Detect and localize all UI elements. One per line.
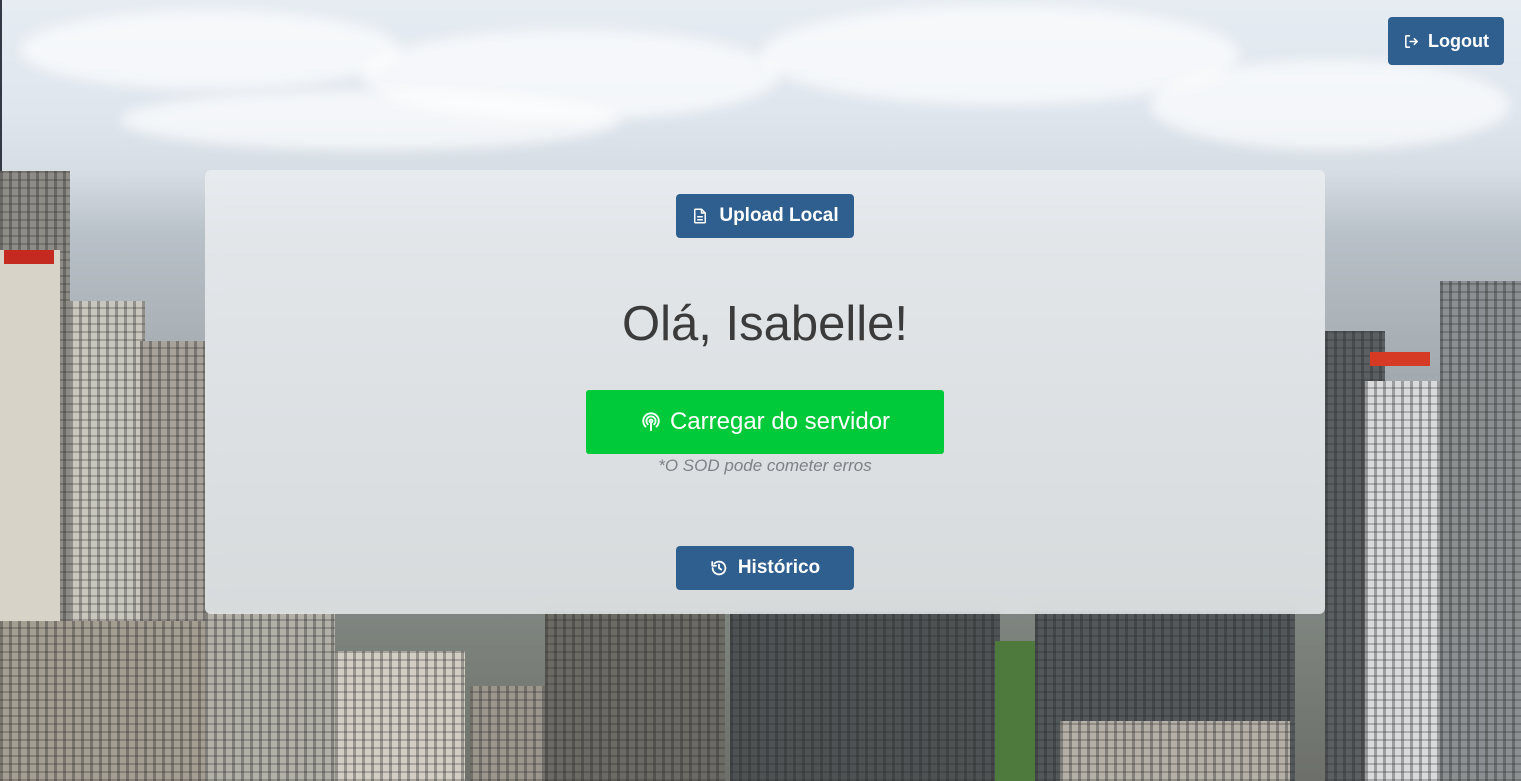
logout-label: Logout	[1428, 30, 1489, 51]
cloud	[120, 90, 620, 150]
history-label: Histórico	[737, 557, 821, 578]
history-button[interactable]: Histórico	[676, 546, 854, 590]
cloud	[20, 10, 400, 90]
logout-icon	[1405, 34, 1418, 48]
cloud	[1150, 60, 1510, 150]
broadcast-icon	[642, 412, 660, 432]
building	[335, 651, 465, 781]
logout-button[interactable]: Logout	[1388, 17, 1504, 65]
building	[1440, 281, 1521, 781]
park-trees	[995, 641, 1035, 781]
building	[1060, 721, 1290, 781]
rooftop-sign	[1370, 352, 1430, 366]
building	[730, 611, 1000, 781]
main-panel: Upload Local Olá, Isabelle! Carregar do …	[205, 170, 1325, 614]
building	[0, 621, 210, 781]
upload-local-label: Upload Local	[719, 205, 839, 226]
load-from-server-button[interactable]: Carregar do servidor	[586, 390, 944, 454]
greeting-heading: Olá, Isabelle!	[622, 297, 908, 351]
load-from-server-label: Carregar do servidor	[669, 408, 891, 435]
file-icon	[694, 208, 707, 224]
building	[545, 611, 725, 781]
disclaimer-text: *O SOD pode cometer erros	[658, 456, 872, 475]
building	[205, 611, 335, 781]
rooftop-sign	[4, 250, 54, 264]
upload-local-button[interactable]: Upload Local	[676, 194, 854, 238]
history-icon	[711, 560, 727, 576]
